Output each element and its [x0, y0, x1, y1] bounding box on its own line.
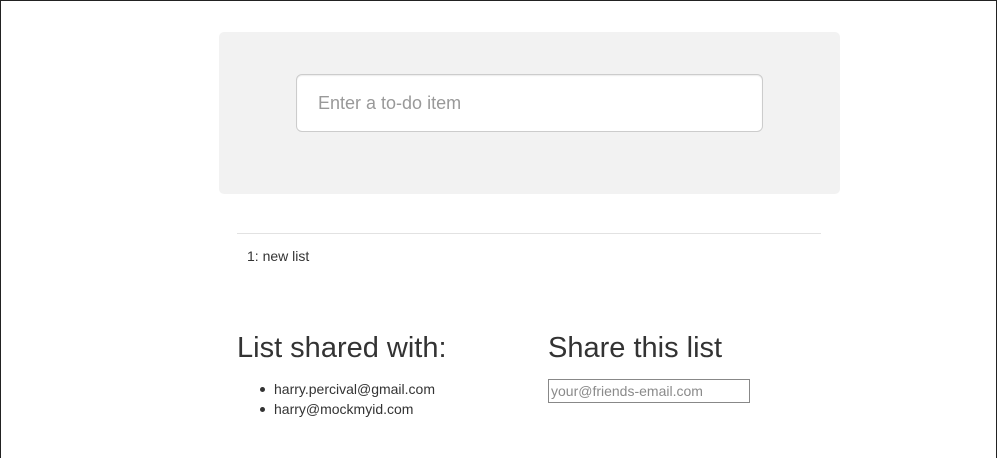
new-item-panel [219, 32, 840, 194]
sharee-email: harry@mockmyid.com [274, 401, 414, 417]
page-frame: 1: new list List shared with: harry.perc… [0, 0, 997, 458]
share-list-section: Share this list [548, 331, 838, 403]
share-email-input[interactable] [548, 379, 750, 403]
sharee-item: harry.percival@gmail.com [260, 379, 527, 399]
divider [237, 233, 821, 234]
list-item: 1: new list [247, 248, 310, 264]
todo-item-input[interactable] [296, 74, 763, 132]
shared-with-heading: List shared with: [237, 332, 447, 364]
bullet-icon [260, 407, 265, 412]
shared-with-section: List shared with: harry.percival@gmail.c… [237, 331, 527, 419]
bullet-icon [260, 387, 265, 392]
share-list-heading: Share this list [548, 332, 723, 364]
sharee-item: harry@mockmyid.com [260, 399, 527, 419]
sharee-list: harry.percival@gmail.com harry@mockmyid.… [237, 379, 527, 419]
list-table: 1: new list [247, 248, 309, 264]
sharee-email: harry.percival@gmail.com [274, 381, 435, 397]
